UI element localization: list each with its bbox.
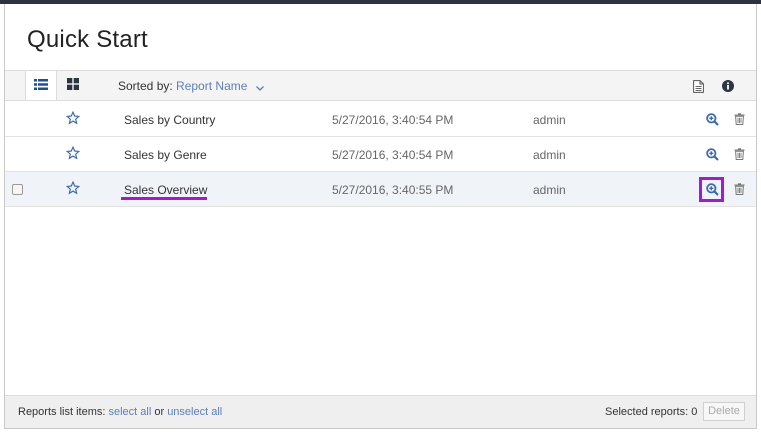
selected-reports-count: 0 — [691, 406, 698, 418]
sort-control: Sorted by: Report Name — [118, 79, 264, 94]
or-text: or — [154, 406, 165, 418]
report-list: Sales by Country 5/27/2016, 3:40:54 PM a… — [5, 102, 756, 207]
select-all-link[interactable]: select all — [108, 406, 151, 418]
zoom-in-icon[interactable] — [704, 181, 720, 197]
star-outline-icon[interactable] — [65, 145, 82, 162]
list-view-button[interactable] — [25, 71, 57, 100]
document-icon[interactable] — [689, 77, 707, 95]
trash-icon[interactable] — [731, 111, 747, 127]
report-name-link[interactable]: Sales by Genre — [124, 148, 207, 162]
report-toolbar: Sorted by: Report Name — [5, 70, 756, 101]
row-checkbox[interactable] — [12, 184, 23, 195]
list-footer: Reports list items: select all or unsele… — [5, 395, 756, 428]
selected-reports-label: Selected reports: — [605, 406, 689, 418]
report-name-link[interactable]: Sales by Country — [124, 113, 215, 127]
delete-button[interactable]: Delete — [703, 402, 745, 421]
grid-view-button[interactable] — [57, 71, 89, 100]
info-icon[interactable] — [719, 77, 737, 95]
report-owner: admin — [533, 183, 566, 197]
page-title: Quick Start — [27, 26, 148, 53]
zoom-in-icon[interactable] — [704, 146, 720, 162]
report-owner: admin — [533, 113, 566, 127]
star-outline-icon[interactable] — [65, 110, 82, 127]
quick-start-panel: Quick Start Sorted by: Report Name Sales… — [4, 4, 757, 429]
trash-icon[interactable] — [731, 181, 747, 197]
items-label: Reports list items: — [18, 406, 106, 418]
selection-controls: Reports list items: select all or unsele… — [18, 406, 222, 418]
report-row[interactable]: Sales by Country 5/27/2016, 3:40:54 PM a… — [5, 102, 756, 137]
sort-field-dropdown[interactable]: Report Name — [176, 79, 247, 93]
report-date: 5/27/2016, 3:40:54 PM — [332, 148, 454, 162]
highlight-underline — [121, 197, 207, 200]
report-row[interactable]: Sales by Genre 5/27/2016, 3:40:54 PM adm… — [5, 137, 756, 172]
selected-reports-status: Selected reports: 0 — [605, 406, 697, 418]
list-view-icon — [34, 77, 48, 95]
report-owner: admin — [533, 148, 566, 162]
zoom-in-icon[interactable] — [704, 111, 720, 127]
report-date: 5/27/2016, 3:40:54 PM — [332, 113, 454, 127]
grid-view-icon — [67, 77, 79, 95]
star-outline-icon[interactable] — [65, 180, 82, 197]
unselect-all-link[interactable]: unselect all — [167, 406, 222, 418]
report-name-link[interactable]: Sales Overview — [124, 183, 207, 197]
trash-icon[interactable] — [731, 146, 747, 162]
chevron-down-icon[interactable] — [255, 80, 264, 94]
report-date: 5/27/2016, 3:40:55 PM — [332, 183, 454, 197]
sort-prefix: Sorted by: — [118, 79, 173, 93]
report-row[interactable]: Sales Overview 5/27/2016, 3:40:55 PM adm… — [5, 172, 756, 207]
